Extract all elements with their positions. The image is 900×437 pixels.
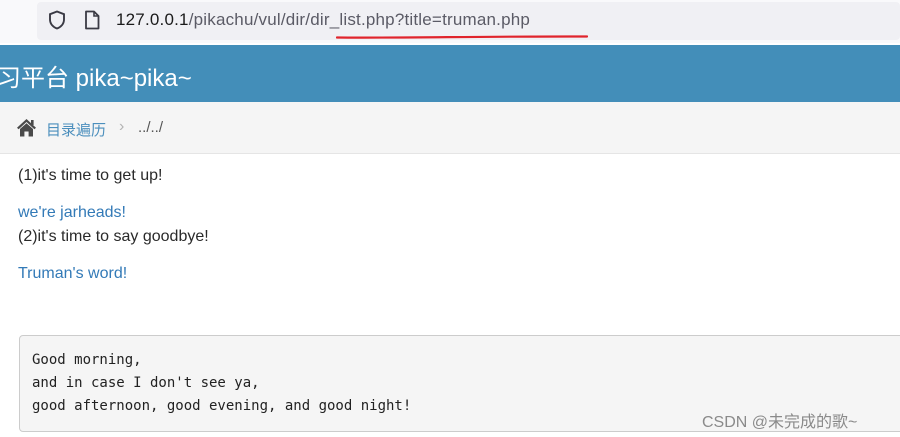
content-line-1: (1)it's time to get up!: [18, 167, 163, 184]
url-path: /pikachu/vul/dir/dir_list.php?title=trum…: [188, 10, 531, 29]
breadcrumb-link-dir-traversal[interactable]: 目录遍历: [46, 119, 106, 140]
home-icon[interactable]: [16, 118, 37, 137]
breadcrumb-current: ../../: [138, 119, 164, 136]
quote-line-3: good afternoon, good evening, and good n…: [32, 398, 412, 414]
site-header: 习平台 pika~pika~: [0, 45, 900, 102]
quote-line-1: Good morning,: [32, 352, 142, 368]
breadcrumb: 目录遍历 › ../../: [0, 102, 900, 154]
site-title: 习平台 pika~pika~: [0, 65, 192, 92]
url-text[interactable]: 127.0.0.1/pikachu/vul/dir/dir_list.php?t…: [116, 10, 530, 30]
quote-line-2: and in case I don't see ya,: [32, 375, 260, 391]
browser-address-bar: 127.0.0.1/pikachu/vul/dir/dir_list.php?t…: [0, 0, 900, 43]
csdn-watermark: CSDN @未完成的歌~: [702, 414, 858, 431]
breadcrumb-separator-icon: ›: [119, 118, 125, 135]
jarheads-link[interactable]: we're jarheads!: [18, 204, 126, 222]
shield-icon[interactable]: [47, 10, 67, 30]
truman-word-link[interactable]: Truman's word!: [18, 265, 127, 283]
red-underline-annotation: [336, 35, 588, 39]
url-host: 127.0.0.1: [116, 10, 189, 29]
page-info-icon[interactable]: [83, 10, 101, 30]
content-line-2: (2)it's time to say goodbye!: [18, 228, 209, 245]
